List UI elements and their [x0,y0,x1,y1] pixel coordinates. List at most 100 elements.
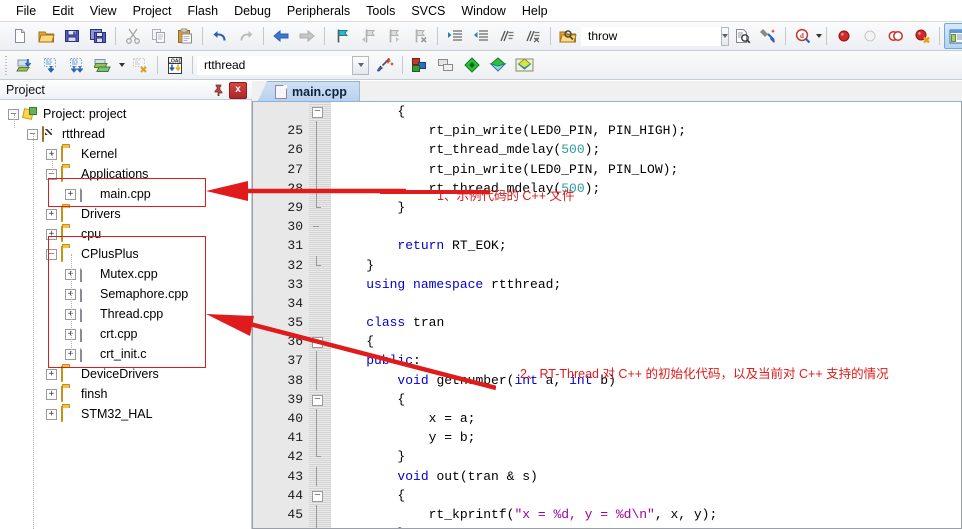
tree-node-crt-cpp[interactable]: + crt.cpp [8,324,251,344]
menu-tools[interactable]: Tools [358,2,403,20]
indent-icon[interactable] [442,23,468,49]
browse-symbol-icon[interactable]: d [790,23,816,49]
tree-node-kernel[interactable]: + Kernel [8,144,251,164]
tree-node-devicedrivers[interactable]: + DeviceDrivers [8,364,251,384]
menu-view[interactable]: View [82,2,125,20]
insert-breakpoint-icon[interactable] [831,23,857,49]
search-dropdown-arrow[interactable] [721,26,729,46]
file-icon [80,346,96,362]
menu-svcs[interactable]: SVCS [403,2,453,20]
line-text: using namespace rtthread; [366,276,562,292]
find-in-files-icon[interactable] [729,23,755,49]
tree-node-cplusplus[interactable]: – CPlusPlus [8,244,251,264]
open-search-folder-icon[interactable] [555,23,581,49]
open-file-icon[interactable] [33,23,59,49]
tree-node-stm32-hal[interactable]: + STM32_HAL [8,404,251,424]
copy-icon[interactable] [146,23,172,49]
goto-icon[interactable] [755,23,781,49]
target-dropdown-arrow[interactable] [352,55,369,75]
manage-run-time-environment-icon[interactable] [485,52,511,78]
manage-windows-icon[interactable] [944,23,962,49]
tree-node-rtthread[interactable]: – rtthread [8,124,251,144]
tree-node-cpu[interactable]: + cpu [8,224,251,244]
batch-build-icon[interactable] [90,52,116,78]
code-editor[interactable]: 25 – { 26 rt_pin_write(LED0_PIN, PIN_HIG… [252,101,962,529]
manage-project-items-icon[interactable] [407,52,433,78]
menu-edit[interactable]: Edit [44,2,82,20]
toolbar-separator [324,27,325,45]
select-software-packs-icon[interactable] [511,52,537,78]
kill-breakpoint-icon[interactable] [857,23,883,49]
insert-bookmark-icon[interactable] [329,23,355,49]
fold-toggle-icon[interactable]: – [312,490,323,502]
search-input[interactable]: throw [588,29,720,43]
new-file-icon[interactable] [7,23,33,49]
folder-icon [61,366,77,382]
tree-node-semaphore-cpp[interactable]: + Semaphore.cpp [8,284,251,304]
comment-icon[interactable] [494,23,520,49]
outdent-icon[interactable] [468,23,494,49]
tree-node-crt-init-c[interactable]: + crt_init.c [8,344,251,364]
fold-toggle-icon[interactable]: – [312,337,323,349]
pack-installer-icon[interactable] [459,52,485,78]
expander-icon[interactable]: + [46,208,57,220]
menu-help[interactable]: Help [514,2,556,20]
target-select-value[interactable]: rtthread [204,58,351,72]
target-options-icon[interactable] [372,52,398,78]
menu-peripherals[interactable]: Peripherals [279,2,358,20]
tree-node-main-cpp[interactable]: + main.cpp [8,184,251,204]
tree-node-project[interactable]: – Project: project [8,104,251,124]
save-all-icon[interactable] [85,23,111,49]
disable-breakpoint-icon[interactable] [883,23,909,49]
pin-icon[interactable] [210,82,226,98]
kill-all-breakpoints-icon[interactable] [909,23,935,49]
prev-bookmark-icon[interactable] [355,23,381,49]
tree-node-thread-cpp[interactable]: + Thread.cpp [8,304,251,324]
project-tree[interactable]: – Project: project – rtthread + Kernel –… [0,100,252,529]
download-icon[interactable]: LOAD [162,52,188,78]
toolbar-grip[interactable] [4,55,9,75]
browse-symbol-dropdown[interactable] [816,24,822,48]
batch-build-dropdown[interactable] [116,53,127,77]
next-bookmark-icon[interactable] [381,23,407,49]
search-combo[interactable]: throw [581,26,721,46]
navigate-back-icon[interactable] [268,23,294,49]
manage-multi-project-icon[interactable] [433,52,459,78]
menu-window[interactable]: Window [453,2,513,20]
stop-build-icon[interactable] [127,52,153,78]
uncomment-icon[interactable] [520,23,546,49]
expander-icon[interactable]: + [46,388,57,400]
save-icon[interactable] [59,23,85,49]
cut-icon[interactable] [120,23,146,49]
expander-icon[interactable]: + [46,228,57,240]
expander-icon[interactable]: + [65,188,76,200]
menu-flash[interactable]: Flash [179,2,226,20]
fold-toggle-icon[interactable]: – [312,107,323,118]
rebuild-icon[interactable] [64,52,90,78]
paste-icon[interactable] [172,23,198,49]
tree-node-drivers[interactable]: + Drivers [8,204,251,224]
clear-bookmarks-icon[interactable] [407,23,433,49]
translate-icon[interactable] [12,52,38,78]
target-combo[interactable]: rtthread [197,55,352,75]
toolbar-separator [192,56,193,74]
expander-icon[interactable]: + [46,408,57,420]
tree-node-finsh[interactable]: + finsh [8,384,251,404]
close-icon[interactable]: x [229,81,247,99]
tab-main-cpp[interactable]: main.cpp [258,81,360,101]
tree-node-applications[interactable]: – Applications [8,164,251,184]
fold-line [316,466,317,486]
tree-node-mutex-cpp[interactable]: + Mutex.cpp [8,264,251,284]
menu-file[interactable]: File [8,2,44,20]
build-icon[interactable] [38,52,64,78]
redo-icon[interactable] [233,23,259,49]
navigate-forward-icon[interactable] [294,23,320,49]
fold-toggle-icon[interactable]: – [312,394,323,406]
menu-project[interactable]: Project [125,2,180,20]
menu-debug[interactable]: Debug [226,2,279,20]
line-text: } [335,199,406,215]
expander-icon[interactable]: + [46,368,57,380]
undo-icon[interactable] [207,23,233,49]
expander-icon[interactable]: – [46,248,57,260]
toolbar-separator [263,27,264,45]
